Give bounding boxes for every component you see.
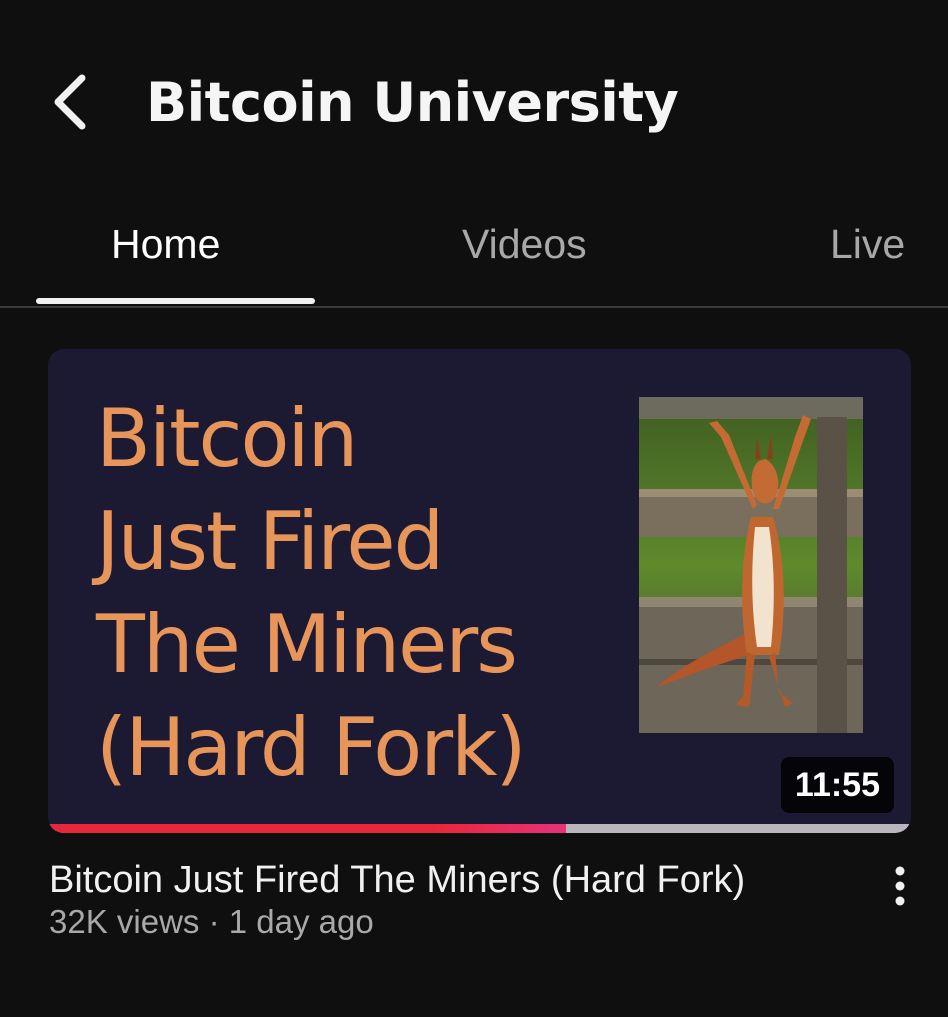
active-tab-indicator [36, 298, 315, 304]
thumbnail-text-line: Just Fired [96, 495, 444, 588]
thumbnail-text-line: Bitcoin [96, 392, 358, 485]
channel-title: Bitcoin University [146, 71, 679, 134]
back-button[interactable] [40, 66, 100, 138]
more-options-button[interactable] [880, 862, 920, 910]
chevron-left-icon [54, 74, 86, 130]
tab-live[interactable]: Live [830, 214, 905, 274]
more-vertical-icon [895, 866, 905, 906]
thumbnail-text: Bitcoin Just Fired The Miners (Hard Fork… [96, 387, 656, 799]
tab-videos[interactable]: Videos [462, 214, 587, 274]
duration-badge: 11:55 [780, 757, 894, 813]
video-title[interactable]: Bitcoin Just Fired The Miners (Hard Fork… [49, 855, 745, 905]
video-thumbnail[interactable]: Bitcoin Just Fired The Miners (Hard Fork… [48, 349, 911, 833]
tabs-divider [0, 306, 948, 308]
tab-bar: Home Videos Live [0, 200, 948, 308]
tab-home[interactable]: Home [111, 214, 220, 274]
thumbnail-text-line: The Miners [96, 598, 518, 691]
watch-progress-fill [48, 824, 566, 833]
watch-progress-bar [48, 824, 911, 833]
squirrel-image [639, 397, 863, 733]
thumbnail-text-line: (Hard Fork) [96, 701, 527, 794]
video-meta: 32K views · 1 day ago [49, 903, 374, 940]
squirrel-photo [639, 397, 863, 733]
header: Bitcoin University [0, 0, 948, 200]
channel-page: Bitcoin University Home Videos Live Bitc… [0, 0, 948, 1017]
